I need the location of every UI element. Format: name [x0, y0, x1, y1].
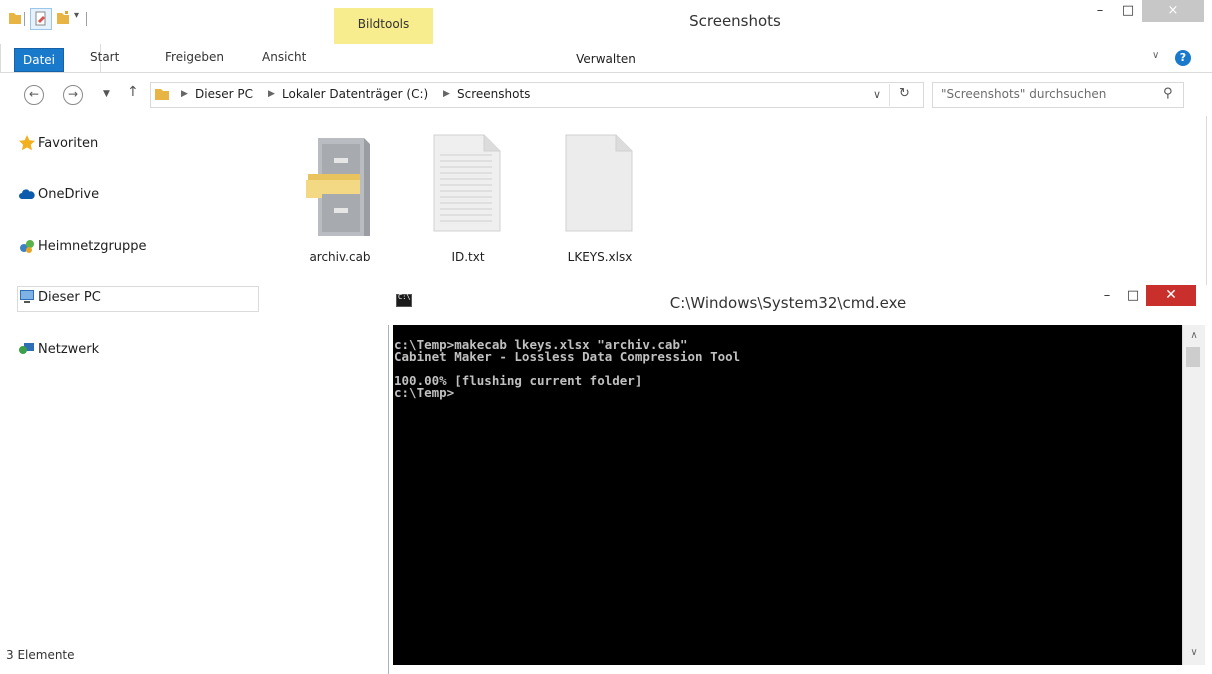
scroll-thumb[interactable]	[1186, 347, 1200, 367]
scroll-down-icon[interactable]: ∨	[1183, 647, 1205, 658]
cmd-close-button[interactable]: ✕	[1146, 285, 1196, 306]
folder-icon	[155, 89, 169, 100]
close-icon: ×	[1167, 3, 1179, 18]
homegroup-icon	[20, 240, 34, 253]
search-box[interactable]: "Screenshots" durchsuchen ⚲	[932, 82, 1184, 108]
customize-toolbar-arrow[interactable]: ▾	[74, 10, 79, 21]
breadcrumb-lokaler-datentraeger[interactable]: Lokaler Datenträger (C:)	[282, 87, 428, 101]
cmd-icon-prompt: C:\	[398, 293, 411, 301]
minimize-icon: –	[1103, 288, 1111, 303]
cmd-console[interactable]: c:\Temp>makecab lkeys.xlsx "archiv.cab" …	[393, 325, 1182, 665]
cmd-maximize-button[interactable]: □	[1120, 285, 1146, 307]
blank-file-icon	[565, 134, 633, 232]
maximize-button[interactable]: □	[1114, 0, 1142, 22]
expand-ribbon-chevron-icon[interactable]: ∨	[1152, 50, 1159, 61]
maximize-icon: □	[1121, 3, 1135, 18]
close-icon: ✕	[1165, 287, 1177, 303]
back-button[interactable]: ←	[24, 85, 44, 105]
properties-icon	[35, 11, 46, 26]
network-icon	[19, 343, 34, 354]
minimize-icon: –	[1096, 3, 1104, 18]
search-input[interactable]: "Screenshots" durchsuchen	[941, 87, 1106, 101]
item-count: 3 Elemente	[6, 648, 75, 662]
onedrive-cloud-icon	[19, 189, 35, 199]
cmd-titlebar: C:\ C:\Windows\System32\cmd.exe – □ ✕	[388, 285, 1212, 325]
window-title: Screenshots	[689, 12, 781, 30]
new-folder-icon[interactable]	[56, 10, 70, 26]
search-icon[interactable]: ⚲	[1163, 86, 1173, 101]
refresh-icon[interactable]: ↻	[899, 86, 910, 101]
address-history-chevron-icon[interactable]: ∨	[873, 88, 881, 101]
folder-icon	[9, 13, 21, 24]
cmd-scrollbar[interactable]: ∧ ∨	[1182, 325, 1205, 665]
status-bar: 3 Elemente	[0, 645, 390, 673]
breadcrumb-arrow-icon[interactable]: ▶	[443, 89, 450, 99]
forward-button[interactable]: →	[63, 85, 83, 105]
breadcrumb-arrow-icon[interactable]: ▶	[181, 89, 188, 99]
cmd-minimize-button[interactable]: –	[1094, 285, 1120, 307]
close-button[interactable]: ×	[1142, 0, 1204, 22]
toolbar-separator	[86, 12, 87, 26]
cmd-icon: C:\	[396, 293, 412, 307]
computer-icon	[20, 290, 34, 303]
cmd-window-title: C:\Windows\System32\cmd.exe	[669, 294, 907, 312]
maximize-icon: □	[1126, 288, 1140, 303]
recent-locations-chevron-icon[interactable]: ▼	[103, 89, 110, 99]
bildtools-context-header: Bildtools	[334, 8, 433, 44]
address-bar[interactable]: ▶ Dieser PC ▶ Lokaler Datenträger (C:) ▶…	[150, 82, 924, 108]
arrow-left-icon: ←	[28, 87, 40, 101]
breadcrumb-screenshots[interactable]: Screenshots	[457, 87, 530, 101]
arrow-right-icon: →	[67, 87, 79, 101]
text-file-icon	[433, 134, 501, 232]
scroll-up-icon[interactable]: ∧	[1183, 330, 1205, 341]
star-icon	[19, 135, 35, 151]
properties-quick-button[interactable]	[30, 8, 52, 30]
console-output[interactable]: c:\Temp>makecab lkeys.xlsx "archiv.cab" …	[394, 338, 740, 399]
help-icon[interactable]: ?	[1175, 50, 1191, 66]
toolbar-separator	[24, 12, 25, 26]
minimize-button[interactable]: –	[1086, 0, 1114, 22]
cabinet-icon	[306, 138, 370, 236]
up-arrow-icon[interactable]: ↑	[127, 84, 139, 100]
address-separator	[889, 84, 890, 106]
ribbon-tabs: Datei Start Freigeben Ansicht Verwalten	[0, 44, 1212, 73]
breadcrumb-arrow-icon[interactable]: ▶	[268, 89, 275, 99]
breadcrumb-dieser-pc[interactable]: Dieser PC	[195, 87, 253, 101]
